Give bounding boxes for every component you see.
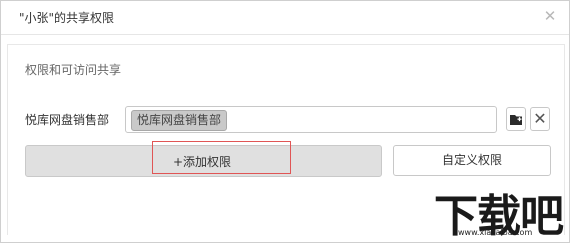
share-tag-input[interactable]: 悦库网盘销售部	[125, 106, 497, 133]
dialog-title: "小张"的共享权限	[19, 11, 115, 25]
share-tag[interactable]: 悦库网盘销售部	[131, 110, 228, 131]
add-permission-label: +添加权限	[173, 155, 232, 169]
close-icon: ✕	[533, 109, 547, 128]
section-title: 权限和可访问共享	[25, 63, 122, 77]
close-icon[interactable]: ✕	[541, 7, 559, 25]
custom-permission-button[interactable]: 自定义权限	[393, 145, 551, 176]
folder-plus-icon	[510, 115, 522, 125]
watermark-logo: 下载吧 www.xiazaiba.com	[430, 182, 566, 242]
share-group-label: 悦库网盘销售部	[25, 113, 110, 127]
add-folder-button[interactable]	[506, 107, 526, 131]
remove-share-button[interactable]: ✕	[530, 107, 550, 131]
watermark-url: www.xiazaiba.com	[458, 228, 533, 237]
dialog-title-bar: "小张"的共享权限 ✕	[1, 1, 569, 35]
